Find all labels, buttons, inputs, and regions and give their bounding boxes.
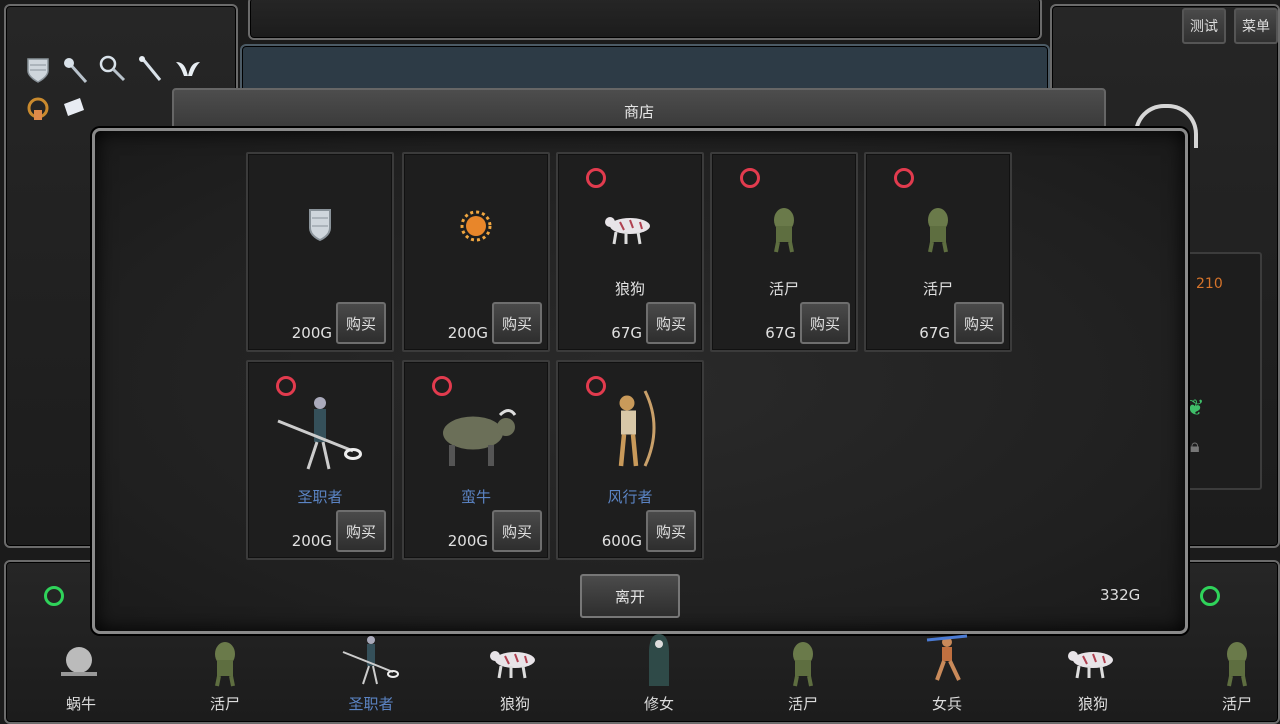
zombie-icon <box>1207 630 1267 694</box>
buy-button[interactable]: 购买 <box>800 302 850 344</box>
shop-item-price: 200G <box>447 324 488 342</box>
cleric-icon <box>341 630 401 694</box>
green-status-ring-right <box>1200 586 1220 606</box>
bull-icon <box>426 388 526 482</box>
ring-amulet-icon[interactable] <box>24 94 52 122</box>
buy-button[interactable]: 购买 <box>336 510 386 552</box>
red-marker-ring <box>740 168 760 188</box>
zombie-icon <box>908 196 968 260</box>
shop-item-card: 活尸 67G 购买 <box>864 152 1012 352</box>
shop-item-card: 活尸 67G 购买 <box>710 152 858 352</box>
party-unit[interactable]: 狼狗 <box>1038 628 1148 720</box>
shop-item-name: 活尸 <box>768 280 799 298</box>
test-button[interactable]: 测试 <box>1182 8 1226 44</box>
player-gold: 332G <box>1100 586 1141 604</box>
lock-icon: 🔒︎ <box>1190 436 1200 457</box>
shop-item-card: 风行者 600G 购买 <box>556 360 704 560</box>
shield-icon[interactable] <box>24 56 52 84</box>
red-marker-ring <box>586 168 606 188</box>
red-marker-ring <box>894 168 914 188</box>
buy-button[interactable]: 购买 <box>492 302 542 344</box>
shop-item-price: 600G <box>601 532 642 550</box>
shop-item-card: 狼狗 67G 购买 <box>556 152 704 352</box>
shield-icon <box>290 196 350 260</box>
shop-title: 商店 <box>623 102 654 121</box>
buy-button[interactable]: 购买 <box>646 510 696 552</box>
zombie-icon <box>195 630 255 694</box>
shop-item-price: 200G <box>447 532 488 550</box>
wing-icon[interactable] <box>174 54 202 82</box>
buy-button[interactable]: 购买 <box>646 302 696 344</box>
buy-button[interactable]: 购买 <box>336 302 386 344</box>
scepter-icon[interactable] <box>136 54 164 82</box>
right-stats-box: 210 ❦ 🔒︎ <box>1180 252 1262 490</box>
green-status-ring-left <box>44 586 64 606</box>
party-unit[interactable]: 活尸 <box>1182 628 1280 720</box>
female-soldier-icon <box>917 630 977 694</box>
party-unit[interactable]: 女兵 <box>892 628 1002 720</box>
party-unit-name: 圣职者 <box>348 695 394 713</box>
mace-icon[interactable] <box>62 56 90 84</box>
shop-item-price: 200G <box>291 532 332 550</box>
shop-item-name: 风行者 <box>607 488 653 506</box>
wolf-dog-icon <box>485 630 545 694</box>
party-unit[interactable]: 活尸 <box>748 628 858 720</box>
party-unit-name: 活尸 <box>1221 695 1252 713</box>
party-unit[interactable]: 活尸 <box>170 628 280 720</box>
shop-item-name: 活尸 <box>922 280 953 298</box>
scroll-icon[interactable] <box>60 94 88 122</box>
snail-icon <box>51 630 111 694</box>
leave-button[interactable]: 离开 <box>580 574 680 618</box>
shop-item-price: 200G <box>291 324 332 342</box>
menu-button[interactable]: 菜单 <box>1234 8 1278 44</box>
magnifier-staff-icon[interactable] <box>98 54 126 82</box>
party-unit-name: 女兵 <box>931 695 962 713</box>
shop-item-name: 圣职者 <box>297 488 343 506</box>
zombie-icon <box>773 630 833 694</box>
zombie-icon <box>754 196 814 260</box>
orange-burst-icon <box>446 196 506 260</box>
cleric-icon <box>270 388 370 482</box>
shop-item-price: 67G <box>765 324 796 342</box>
shop-item-card: 蛮牛 200G 购买 <box>402 360 550 560</box>
nun-icon <box>629 630 689 694</box>
shop-item-name: 狼狗 <box>614 280 645 298</box>
party-unit-name: 修女 <box>643 695 674 713</box>
party-unit-name: 活尸 <box>787 695 818 713</box>
shop-item-card: 圣职者 200G 购买 <box>246 360 394 560</box>
right-stats-value: 210 <box>1196 276 1223 292</box>
shop-item-card: 200G 购买 <box>402 152 550 352</box>
party-unit-name: 蜗牛 <box>65 695 96 713</box>
party-unit-name: 狼狗 <box>1077 695 1108 713</box>
shop-item-price: 67G <box>919 324 950 342</box>
wolf-dog-icon <box>600 196 660 260</box>
wolf-dog-icon <box>1063 630 1123 694</box>
shop-item-name: 蛮牛 <box>460 488 491 506</box>
shop-item-card: 200G 购买 <box>246 152 394 352</box>
buy-button[interactable]: 购买 <box>954 302 1004 344</box>
buy-button[interactable]: 购买 <box>492 510 542 552</box>
party-unit[interactable]: 蜗牛 <box>26 628 136 720</box>
party-unit[interactable]: 圣职者 <box>316 628 426 720</box>
party-unit-name: 狼狗 <box>499 695 530 713</box>
archer-icon <box>580 388 680 482</box>
party-unit[interactable]: 修女 <box>604 628 714 720</box>
party-unit-name: 活尸 <box>209 695 240 713</box>
shop-item-price: 67G <box>611 324 642 342</box>
top-center-panel <box>248 0 1042 40</box>
party-unit[interactable]: 狼狗 <box>460 628 570 720</box>
green-leaf-icon: ❦ <box>1186 396 1205 421</box>
